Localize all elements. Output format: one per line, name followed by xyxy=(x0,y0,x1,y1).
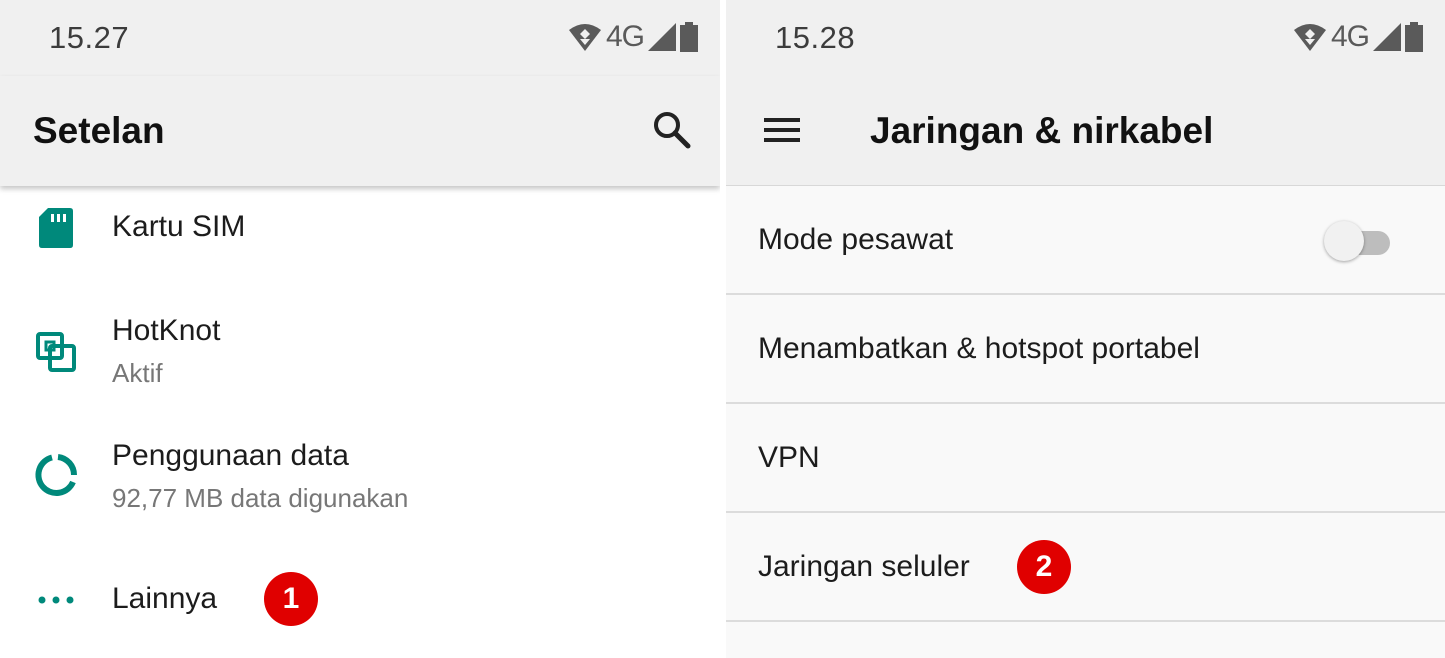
status-time: 15.27 xyxy=(49,20,130,55)
step-badge: 2 xyxy=(1017,540,1071,594)
step-badge: 1 xyxy=(264,572,318,626)
app-bar: Jaringan & nirkabel xyxy=(726,76,1445,186)
sim-card-icon xyxy=(39,208,73,248)
status-time: 15.28 xyxy=(775,20,856,55)
item-title: HotKnot xyxy=(112,314,221,347)
settings-item-hotknot[interactable]: HotKnot Aktif xyxy=(0,300,720,410)
item-title: Lainnya xyxy=(112,582,218,615)
page-title: Setelan xyxy=(33,110,165,151)
item-title: VPN xyxy=(758,441,820,474)
settings-item-data-usage[interactable]: Penggunaan data 92,77 MB data digunakan xyxy=(0,425,720,535)
settings-item-mobile-network[interactable]: Jaringan seluler 2 xyxy=(726,513,1445,622)
settings-item-sim-card[interactable]: Kartu SIM xyxy=(0,186,720,276)
status-bar: 15.27 4G xyxy=(0,0,720,76)
settings-item-vpn[interactable]: VPN xyxy=(726,404,1445,513)
data-usage-icon xyxy=(35,454,78,496)
item-subtitle: Aktif xyxy=(112,358,163,388)
more-dots-icon xyxy=(38,596,74,604)
network-type-label: 4G xyxy=(1330,20,1370,53)
status-icons: 4G xyxy=(1293,20,1423,54)
item-title: Kartu SIM xyxy=(112,210,246,243)
item-title: Menambatkan & hotspot portabel xyxy=(758,332,1200,365)
search-button[interactable] xyxy=(652,110,692,150)
hotknot-icon xyxy=(36,332,76,372)
battery-icon xyxy=(680,22,698,52)
settings-screen: 15.27 4G Setelan Kartu SIM HotKnot Aktif… xyxy=(0,0,720,658)
settings-item-tethering-hotspot[interactable]: Menambatkan & hotspot portabel xyxy=(726,295,1445,404)
settings-item-more[interactable]: Lainnya 1 xyxy=(0,560,720,640)
search-icon xyxy=(654,112,691,149)
battery-icon xyxy=(1405,22,1423,52)
hamburger-menu-icon xyxy=(764,118,800,142)
app-bar: Setelan xyxy=(0,76,720,186)
item-subtitle: 92,77 MB data digunakan xyxy=(112,483,409,513)
toggle-thumb xyxy=(1324,221,1364,261)
signal-icon xyxy=(648,23,676,51)
signal-icon xyxy=(1373,23,1401,51)
page-title: Jaringan & nirkabel xyxy=(870,110,1214,151)
airplane-mode-toggle[interactable] xyxy=(1324,219,1392,263)
wifi-icon xyxy=(1293,24,1326,51)
status-icons: 4G xyxy=(568,20,698,54)
menu-button[interactable] xyxy=(762,110,802,150)
item-title: Penggunaan data xyxy=(112,439,349,472)
status-bar: 15.28 4G xyxy=(726,0,1445,76)
settings-item-airplane-mode[interactable]: Mode pesawat xyxy=(726,186,1445,295)
network-type-label: 4G xyxy=(605,20,645,53)
item-title: Mode pesawat xyxy=(758,223,954,256)
item-title: Jaringan seluler xyxy=(758,550,970,583)
network-wireless-screen: 15.28 4G Jaringan & nirkabel Mode pesawa… xyxy=(726,0,1445,658)
wifi-icon xyxy=(568,24,601,51)
